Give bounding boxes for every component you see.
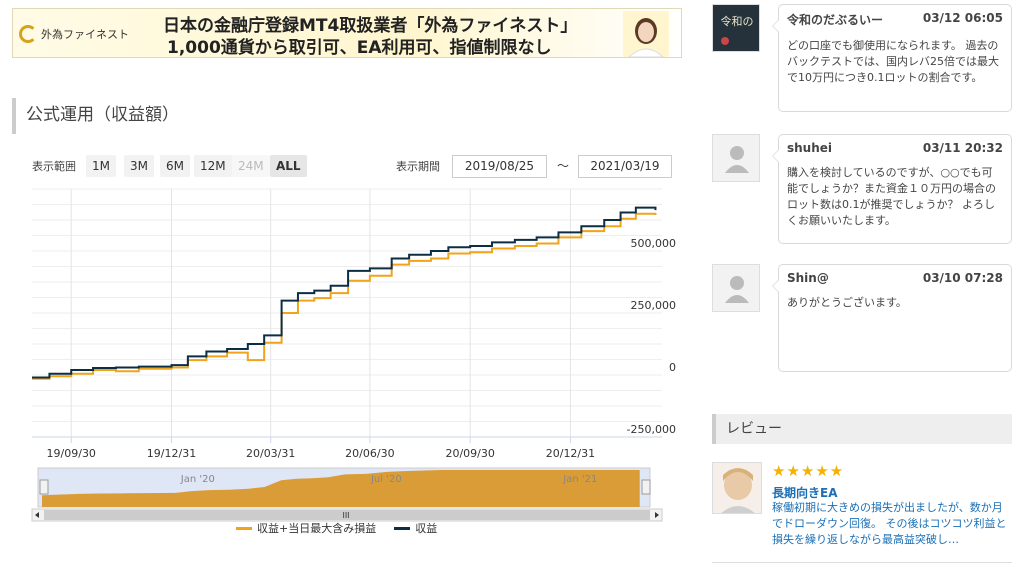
comment-user[interactable]: shuhei: [787, 141, 832, 155]
legend-label-profit: 収益: [415, 522, 438, 535]
legend-item-drawdown[interactable]: 収益+当日最大含み損益: [236, 520, 376, 536]
navigator-label: Jul '20: [370, 474, 402, 485]
legend-swatch-drawdown: [236, 526, 252, 530]
avatar: [712, 462, 762, 514]
banner-subline: 1,000通貨から取引可、EA利用可、指値制限なし: [167, 38, 552, 58]
avatar-text: 令和の: [721, 14, 754, 28]
review-excerpt[interactable]: 稼働初期に大きめの損失が出ましたが、数か月でドローダウン回復。 その後はコツコツ…: [772, 500, 1012, 548]
comment-item: 令和の 令和のだぶるいー 03/12 06:05 どの口座でも御使用になられます。…: [712, 4, 1012, 114]
profit-chart[interactable]: 500,000 250,000 0 -250,000 19/09/30 19/12/31 2…: [30, 185, 680, 545]
broker-logo: 外為ファイネスト: [19, 19, 147, 49]
comment-bubble: Shin@ 03/10 07:28 ありがとうございます。: [772, 264, 1012, 372]
x-tick-label: 20/09/30: [445, 447, 494, 460]
y-tick-label: 0: [669, 361, 676, 374]
comment-user[interactable]: Shin@: [787, 271, 829, 285]
avatar: 令和の: [712, 4, 760, 52]
comment-item: Shin@ 03/10 07:28 ありがとうございます。: [712, 264, 1012, 374]
review-section-title: レビュー: [712, 414, 1012, 444]
legend-swatch-profit: [394, 526, 411, 530]
chart-legend: 収益+当日最大含み損益 収益: [236, 520, 437, 536]
review-stars: ★★★★★: [772, 462, 845, 480]
default-user-icon: [713, 265, 759, 311]
x-tick-label: 20/06/30: [345, 447, 394, 460]
banner-woman-photo-icon: [623, 11, 669, 57]
ad-banner[interactable]: 外為ファイネスト 日本の金融庁登録MT4取扱業者「外為ファイネスト」 1,000…: [12, 8, 682, 58]
y-tick-label: 500,000: [631, 237, 677, 250]
scrollbar-grip: III: [342, 511, 349, 520]
range-button-all[interactable]: ALL: [270, 155, 307, 177]
navigator-label: Jan '21: [562, 474, 597, 485]
navigator-handle-left[interactable]: [39, 479, 49, 495]
avatar: [712, 134, 760, 182]
range-button-24m[interactable]: 24M: [232, 155, 270, 177]
review-title-link[interactable]: 長期向きEA: [772, 484, 838, 501]
x-tick-label: 19/12/31: [147, 447, 196, 460]
avatar-reiwa-icon: 令和の: [713, 5, 759, 51]
comment-time: 03/10 07:28: [922, 271, 1003, 285]
comment-body: どの口座でも御使用になられます。 過去のバックテストでは、国内レバ25倍では最大…: [787, 39, 999, 84]
comment-item: shuhei 03/11 20:32 購入を検討しているのですが、○○でも可能でし…: [712, 134, 1012, 246]
comment-time: 03/12 06:05: [922, 11, 1003, 25]
review-divider: [712, 562, 1012, 563]
range-button-12m[interactable]: 12M: [194, 155, 232, 177]
comment-bubble: shuhei 03/11 20:32 購入を検討しているのですが、○○でも可能でし…: [772, 134, 1012, 244]
reviewer-avatar-icon: [713, 463, 761, 513]
range-label: 表示範囲: [32, 160, 76, 173]
legend-item-profit[interactable]: 収益: [394, 520, 437, 536]
comment-user[interactable]: 令和のだぶるいー: [787, 11, 883, 28]
x-tick-label: 20/03/31: [246, 447, 295, 460]
page-title: 公式運用（収益額）: [12, 98, 179, 134]
y-tick-label: -250,000: [627, 423, 676, 436]
comment-body: 購入を検討しているのですが、○○でも可能でしょうか？また資金１０万円の場合のロッ…: [787, 166, 996, 227]
period-from-input[interactable]: 2019/08/25: [452, 155, 547, 178]
range-button-1m[interactable]: 1M: [86, 155, 116, 177]
range-button-6m[interactable]: 6M: [160, 155, 190, 177]
x-tick-label: 20/12/31: [546, 447, 595, 460]
default-user-icon: [713, 135, 759, 181]
navigator-handle-right[interactable]: [641, 479, 651, 495]
logo-text: 外為ファイネスト: [41, 28, 129, 41]
legend-label-drawdown: 収益+当日最大含み損益: [257, 522, 377, 535]
range-button-3m[interactable]: 3M: [124, 155, 154, 177]
comment-time: 03/11 20:32: [922, 141, 1003, 155]
comment-body: ありがとうございます。: [787, 296, 907, 309]
logo-mark-icon: [19, 25, 37, 43]
period-label: 表示期間: [396, 160, 440, 173]
avatar: [712, 264, 760, 312]
comment-bubble: 令和のだぶるいー 03/12 06:05 どの口座でも御使用になられます。 過去の…: [772, 4, 1012, 112]
period-to-input[interactable]: 2021/03/19: [578, 155, 672, 178]
period-tilde: ～: [557, 159, 570, 173]
y-tick-label: 250,000: [631, 299, 677, 312]
navigator-label: Jan '20: [180, 474, 215, 485]
x-tick-label: 19/09/30: [47, 447, 96, 460]
